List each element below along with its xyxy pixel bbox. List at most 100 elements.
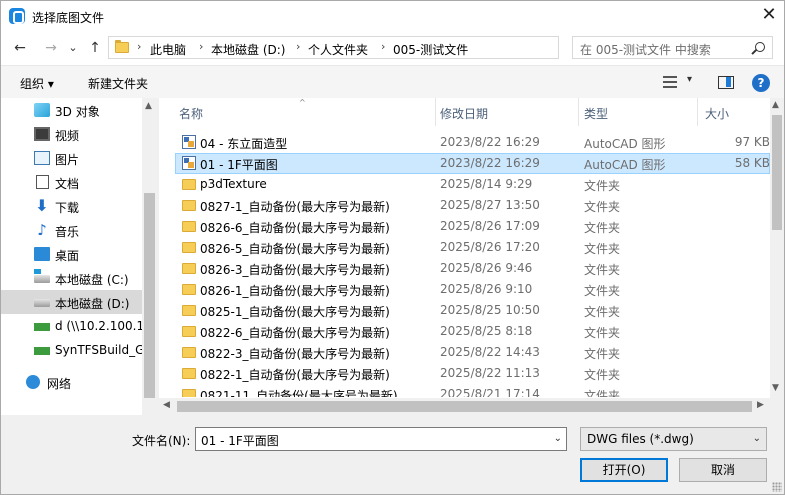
sidebar-scrollbar[interactable]: ▲ — [142, 98, 157, 415]
folder-row[interactable]: p3dTexture 2025/8/14 9:29 文件夹 — [175, 174, 770, 195]
folder-row[interactable]: 0827-1_自动备份(最大序号为最新) 2025/8/27 13:50 文件夹 — [175, 195, 770, 216]
desktop-icon — [34, 247, 50, 261]
folder-row[interactable]: 0821-11_自动备份(最大序号为最新) 2025/8/21 17:14 文件… — [175, 384, 770, 397]
scrollbar-thumb[interactable] — [177, 401, 752, 412]
file-list: ^ 名称 修改日期 类型 大小 04 - 东立面造型 2023/8/22 16:… — [159, 98, 784, 415]
scroll-down-icon[interactable]: ▼ — [772, 383, 779, 393]
cancel-button[interactable]: 取消 — [679, 458, 767, 482]
folder-row[interactable]: 0826-1_自动备份(最大序号为最新) 2025/8/26 9:10 文件夹 — [175, 279, 770, 300]
folder-icon — [182, 347, 196, 358]
scroll-up-icon[interactable]: ▲ — [145, 101, 152, 111]
file-name: 0822-1_自动备份(最大序号为最新) — [200, 368, 390, 382]
file-date: 2025/8/22 11:13 — [440, 366, 540, 380]
column-date-modified[interactable]: 修改日期 — [440, 105, 488, 122]
up-arrow-icon[interactable]: ↑ — [87, 40, 103, 56]
file-name: 01 - 1F平面图 — [200, 158, 278, 172]
folder-icon — [182, 326, 196, 337]
sidebar-item-3d-objects[interactable]: 3D 对象 — [1, 98, 142, 122]
scroll-right-icon[interactable]: ▶ — [757, 400, 764, 410]
column-name[interactable]: 名称 — [179, 105, 203, 122]
file-name: 0826-6_自动备份(最大序号为最新) — [200, 221, 390, 235]
sidebar-item-label: 桌面 — [55, 249, 80, 263]
file-size: 58 KB — [734, 156, 770, 170]
sidebar-item-drive-c[interactable]: 本地磁盘 (C:) — [1, 266, 142, 290]
folder-row[interactable]: 0822-6_自动备份(最大序号为最新) 2025/8/25 8:18 文件夹 — [175, 321, 770, 342]
search-input[interactable]: 在 005-测试文件 中搜索 — [572, 36, 773, 59]
back-arrow-icon[interactable]: ← — [12, 40, 28, 56]
file-date: 2025/8/25 8:18 — [440, 324, 533, 338]
filetype-select[interactable]: DWG files (*.dwg) ⌄ — [580, 427, 767, 451]
sidebar-item-documents[interactable]: 文档 — [1, 170, 142, 194]
folder-row[interactable]: 0822-3_自动备份(最大序号为最新) 2025/8/22 14:43 文件夹 — [175, 342, 770, 363]
sidebar-item-desktop[interactable]: 桌面 — [1, 242, 142, 266]
scrollbar-thumb[interactable] — [772, 115, 782, 230]
sidebar-item-network-drive-d[interactable]: d (\\10.2.100.10 — [1, 314, 142, 338]
scrollbar-thumb[interactable] — [144, 193, 155, 398]
file-type: 文件夹 — [584, 200, 621, 214]
filetype-value: DWG files (*.dwg) — [587, 432, 694, 446]
file-type: 文件夹 — [584, 284, 621, 298]
horizontal-scrollbar[interactable]: ◀ ▶ — [159, 398, 770, 415]
filename-input[interactable]: 01 - 1F平面图 ⌄ — [195, 427, 567, 451]
open-button[interactable]: 打开(O) — [580, 458, 668, 482]
sidebar-item-label: 网络 — [47, 377, 72, 391]
vertical-scrollbar[interactable]: ▲ ▼ — [770, 98, 784, 398]
breadcrumb-this-pc[interactable]: 此电脑 — [150, 41, 186, 58]
sidebar-item-label: 3D 对象 — [55, 105, 100, 119]
column-divider[interactable] — [697, 98, 698, 126]
address-bar[interactable]: › 此电脑 › 本地磁盘 (D:) › 个人文件夹 › 005-测试文件 ⌄ ↻ — [108, 36, 659, 59]
sidebar-item-label: 本地磁盘 (C:) — [55, 273, 129, 287]
column-size[interactable]: 大小 — [705, 105, 729, 122]
breadcrumb-test-files[interactable]: 005-测试文件 — [393, 41, 468, 58]
music-icon: ♪ — [37, 221, 47, 239]
sidebar-item-syntfsbuild[interactable]: SynTFSBuild_G2 — [1, 338, 142, 362]
preview-pane-icon[interactable] — [718, 76, 734, 89]
folder-icon — [182, 221, 196, 232]
filename-label: 文件名(N): — [132, 434, 191, 448]
column-type[interactable]: 类型 — [584, 105, 608, 122]
scroll-left-icon[interactable]: ◀ — [163, 400, 170, 410]
breadcrumb-separator: › — [381, 40, 386, 53]
sidebar-item-music[interactable]: ♪ 音乐 — [1, 218, 142, 242]
breadcrumb-personal-folder[interactable]: 个人文件夹 — [308, 41, 368, 58]
file-row-selected[interactable]: 01 - 1F平面图 2023/8/22 16:29 AutoCAD 图形 58… — [175, 153, 770, 174]
column-divider[interactable] — [578, 98, 579, 126]
file-type: 文件夹 — [584, 179, 621, 193]
sidebar-item-videos[interactable]: 视频 — [1, 122, 142, 146]
folder-row[interactable]: 0826-6_自动备份(最大序号为最新) 2025/8/26 17:09 文件夹 — [175, 216, 770, 237]
file-date: 2025/8/26 17:20 — [440, 240, 540, 254]
view-options-icon[interactable] — [663, 76, 677, 88]
view-dropdown-icon[interactable]: ▾ — [687, 74, 692, 85]
folder-row[interactable]: 0826-5_自动备份(最大序号为最新) 2025/8/26 17:20 文件夹 — [175, 237, 770, 258]
file-type: AutoCAD 图形 — [584, 158, 666, 172]
forward-arrow-icon[interactable]: → — [43, 40, 59, 56]
sidebar-item-pictures[interactable]: 图片 — [1, 146, 142, 170]
column-divider[interactable] — [435, 98, 436, 126]
recent-locations-icon[interactable]: ⌄ — [65, 40, 81, 56]
dwg-file-icon — [182, 156, 196, 170]
close-button[interactable]: ✕ — [754, 1, 784, 31]
folder-row[interactable]: 0825-1_自动备份(最大序号为最新) 2025/8/25 10:50 文件夹 — [175, 300, 770, 321]
resize-grip-icon[interactable] — [772, 482, 782, 492]
file-name: 0827-1_自动备份(最大序号为最新) — [200, 200, 390, 214]
organize-button[interactable]: 组织 ▾ — [20, 75, 54, 92]
file-row[interactable]: 04 - 东立面造型 2023/8/22 16:29 AutoCAD 图形 97… — [175, 132, 770, 153]
file-name: 0826-1_自动备份(最大序号为最新) — [200, 284, 390, 298]
sidebar-item-drive-d[interactable]: 本地磁盘 (D:) — [1, 290, 142, 314]
sidebar-item-network[interactable]: 网络 — [1, 370, 142, 394]
file-date: 2025/8/14 9:29 — [440, 177, 533, 191]
pictures-icon — [34, 151, 50, 165]
scroll-up-icon[interactable]: ▲ — [772, 100, 779, 110]
filename-value: 01 - 1F平面图 — [201, 434, 279, 448]
chevron-down-icon[interactable]: ⌄ — [554, 433, 562, 444]
help-icon[interactable]: ? — [752, 74, 770, 92]
file-size: 97 KB — [734, 135, 770, 149]
breadcrumb-drive-d[interactable]: 本地磁盘 (D:) — [211, 41, 285, 58]
folder-row[interactable]: 0822-1_自动备份(最大序号为最新) 2025/8/22 11:13 文件夹 — [175, 363, 770, 384]
breadcrumb-separator: › — [296, 40, 301, 53]
new-folder-button[interactable]: 新建文件夹 — [88, 75, 148, 92]
sidebar-item-downloads[interactable]: ⬇ 下载 — [1, 194, 142, 218]
sidebar-item-label: SynTFSBuild_G2 — [55, 343, 142, 357]
folder-row[interactable]: 0826-3_自动备份(最大序号为最新) 2025/8/26 9:46 文件夹 — [175, 258, 770, 279]
network-icon — [26, 375, 40, 389]
